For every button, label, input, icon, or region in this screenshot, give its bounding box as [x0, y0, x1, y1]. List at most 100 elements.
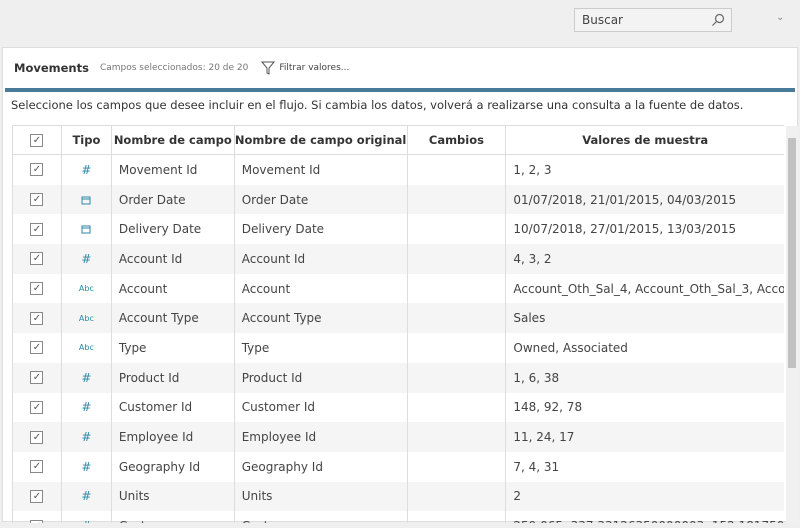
sample-values: 4, 3, 2 [513, 251, 552, 266]
table-row[interactable]: ✓ # Units Units 2 [13, 481, 784, 512]
table-row[interactable]: ✓ # Geography Id Geography Id 7, 4, 31 [13, 451, 784, 482]
sample-values: 148, 92, 78 [513, 400, 583, 415]
field-name[interactable]: Account [112, 273, 235, 304]
top-bar: Buscar ⌄ [0, 0, 800, 47]
sample-values: 01/07/2018, 21/01/2015, 04/03/2015 [513, 192, 737, 207]
fields-panel: Movements Campos seleccionados: 20 de 20… [2, 47, 798, 523]
sample-values: 7, 4, 31 [513, 459, 560, 474]
field-checkbox[interactable]: ✓ [30, 460, 44, 474]
table-row[interactable]: ✓ Order Date Order Date 01/07/2018, 21/01/2… [13, 184, 784, 215]
table-row[interactable]: ✓ Delivery Date Delivery Date 10/07/2018, 2… [13, 214, 784, 245]
number-type-icon: # [81, 251, 92, 266]
table-row[interactable]: ✓ # Movement Id Movement Id 1, 2, 3 [13, 155, 784, 185]
sample-values: Account_Oth_Sal_4, Account_Oth_Sal_3, Ac… [513, 281, 784, 296]
sample-values: Owned, Associated [513, 340, 628, 355]
changes [408, 392, 507, 423]
table-row[interactable]: ✓ # Customer Id Customer Id 148, 92, 78 [13, 392, 784, 423]
field-checkbox[interactable]: ✓ [30, 222, 44, 236]
field-checkbox[interactable]: ✓ [30, 489, 44, 503]
col-cambios[interactable]: Cambios [408, 126, 507, 154]
original-name: Geography Id [235, 451, 408, 482]
field-name[interactable]: Order Date [112, 184, 235, 215]
field-checkbox[interactable]: ✓ [30, 371, 44, 385]
table-row[interactable]: ✓ Abc Type Type Owned, Associated [13, 333, 784, 363]
col-original[interactable]: Nombre de campo original [235, 126, 408, 154]
field-name[interactable]: Account Type [112, 303, 235, 334]
filter-values-button[interactable]: Filtrar valores... [261, 61, 349, 75]
field-name[interactable]: Product Id [112, 362, 235, 393]
original-name: Order Date [235, 184, 408, 215]
field-checkbox[interactable]: ✓ [30, 341, 44, 355]
changes [408, 273, 507, 304]
field-name[interactable]: Geography Id [112, 451, 235, 482]
select-all-checkbox[interactable]: ✓ [30, 133, 44, 147]
filter-icon [261, 61, 276, 75]
table-row[interactable]: ✓ # Product Id Product Id 1, 6, 38 [13, 362, 784, 393]
col-nombre[interactable]: Nombre de campo [112, 126, 235, 154]
field-name[interactable]: Employee Id [112, 422, 235, 452]
field-name[interactable]: Movement Id [112, 155, 235, 185]
number-type-icon: # [81, 459, 92, 474]
original-name: Delivery Date [235, 214, 408, 245]
field-checkbox[interactable]: ✓ [30, 311, 44, 325]
table-row[interactable]: ✓ # Account Id Account Id 4, 3, 2 [13, 244, 784, 274]
sample-values: 11, 24, 17 [513, 430, 575, 445]
field-checkbox[interactable]: ✓ [30, 282, 44, 296]
calendar-icon [81, 225, 91, 234]
field-checkbox[interactable]: ✓ [30, 400, 44, 414]
field-checkbox[interactable]: ✓ [30, 193, 44, 207]
table-header: ✓ Tipo Nombre de campo Nombre de campo o… [13, 125, 784, 155]
string-type-icon: Abc [78, 313, 94, 323]
search-placeholder: Buscar [582, 13, 623, 27]
changes [408, 244, 507, 274]
original-name: Movement Id [235, 155, 408, 185]
search-icon[interactable] [711, 13, 725, 27]
number-type-icon: # [81, 489, 92, 504]
col-tipo[interactable]: Tipo [62, 126, 112, 154]
number-type-icon: # [81, 430, 92, 445]
table-row[interactable]: ✓ Abc Account Account Account_Oth_Sal_4, Acc… [13, 273, 784, 304]
field-checkbox[interactable]: ✓ [30, 519, 44, 523]
search-input[interactable]: Buscar [574, 8, 732, 32]
sample-values: 2 [513, 489, 522, 504]
field-name[interactable]: Units [112, 481, 235, 512]
scrollbar[interactable] [786, 126, 798, 523]
number-type-icon: # [81, 519, 91, 523]
changes [408, 214, 507, 245]
number-type-icon: # [81, 162, 92, 177]
field-name[interactable]: Account Id [112, 244, 235, 274]
calendar-icon [81, 196, 91, 205]
sample-values: 259.065, 337.33126350000003, 152.1817500 [506, 511, 784, 523]
panel-title: Movements [14, 61, 89, 75]
original-name: Units [235, 481, 408, 512]
changes [408, 333, 507, 363]
sample-values: 1, 2, 3 [513, 162, 552, 177]
field-name[interactable]: Delivery Date [112, 214, 235, 245]
original-name: Account Id [235, 244, 408, 274]
col-valores[interactable]: Valores de muestra [506, 126, 784, 154]
info-text: Seleccione los campos que desee incluir … [11, 98, 744, 112]
table-row[interactable]: ✓ # CostCost 259.065, 337.33126350000003, 1… [13, 511, 784, 523]
changes [408, 184, 507, 215]
original-name: Customer Id [235, 392, 408, 423]
field-name[interactable]: Type [112, 333, 235, 363]
chevron-down-icon[interactable]: ⌄ [776, 12, 784, 23]
changes [408, 155, 507, 185]
table-row[interactable]: ✓ Abc Account Type Account Type Sales [13, 303, 784, 334]
field-checkbox[interactable]: ✓ [30, 163, 44, 177]
field-name[interactable]: Cost [112, 511, 235, 523]
original-name: Account [235, 273, 408, 304]
field-checkbox[interactable]: ✓ [30, 430, 44, 444]
filter-label: Filtrar valores... [279, 63, 350, 73]
number-type-icon: # [81, 370, 92, 385]
field-name[interactable]: Customer Id [112, 392, 235, 423]
selected-count: Campos seleccionados: 20 de 20 [99, 63, 249, 73]
original-name: Cost [235, 511, 408, 523]
sample-values: Sales [513, 311, 546, 326]
sample-values: 1, 6, 38 [513, 370, 560, 385]
original-name: Account Type [235, 303, 408, 334]
table-row[interactable]: ✓ # Employee Id Employee Id 11, 24, 17 [13, 422, 784, 452]
field-checkbox[interactable]: ✓ [30, 252, 44, 266]
scrollbar-thumb[interactable] [788, 138, 796, 368]
string-type-icon: Abc [78, 284, 94, 294]
